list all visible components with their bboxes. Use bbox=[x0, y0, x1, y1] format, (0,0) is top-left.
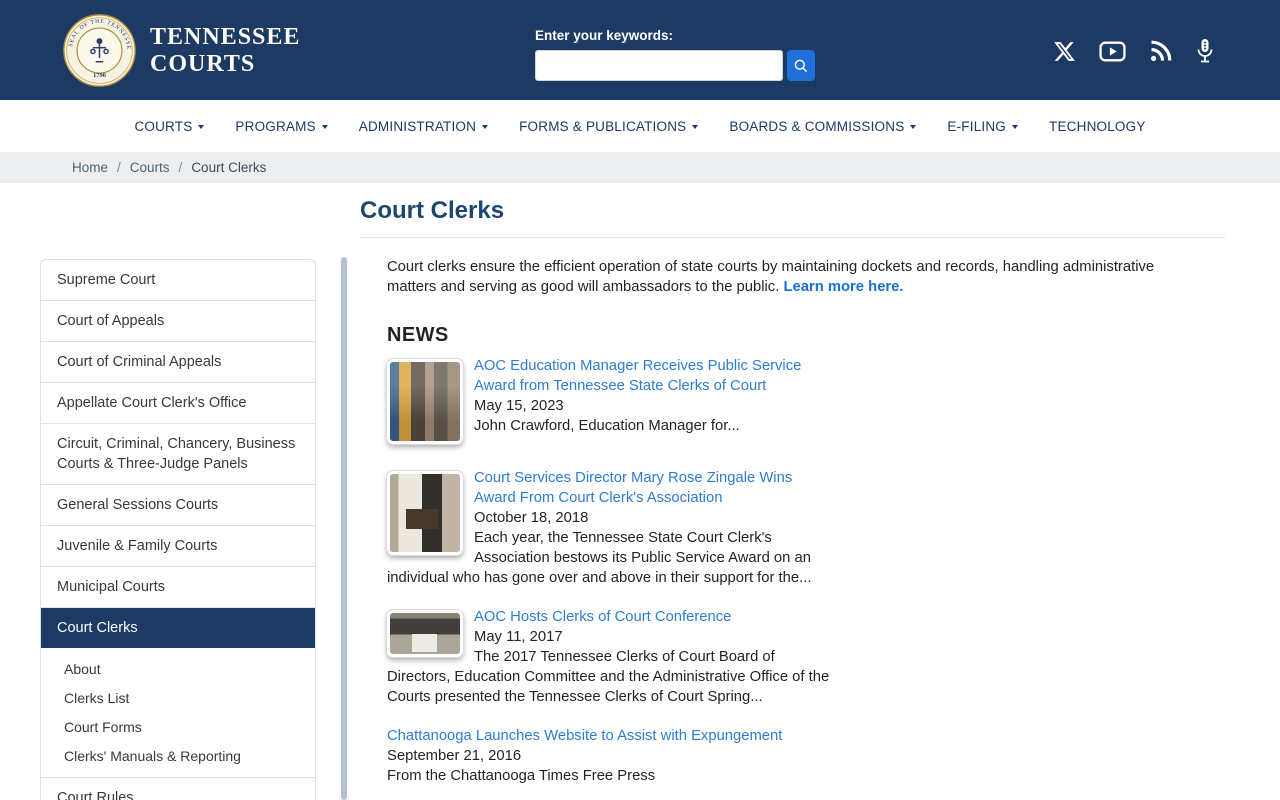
chevron-down-icon bbox=[692, 125, 699, 129]
news-snippet: From the Chattanooga Times Free Press bbox=[387, 768, 656, 784]
rss-icon bbox=[1151, 40, 1172, 61]
breadcrumb-home[interactable]: Home bbox=[72, 160, 108, 175]
news-item: AOC Education Manager Receives Public Se… bbox=[386, 356, 832, 449]
podcast-mic-icon bbox=[1197, 39, 1213, 63]
nav-label: E-FILING bbox=[947, 118, 1007, 134]
site-header: SEAL OF THE TENNESSEE JUDICIARY 1796 TEN… bbox=[0, 0, 1280, 100]
site-title-line1: TENNESSEE bbox=[150, 23, 301, 50]
nav-label: PROGRAMS bbox=[235, 118, 316, 134]
site-title: TENNESSEE COURTS bbox=[150, 24, 300, 78]
breadcrumb-separator: / bbox=[178, 160, 183, 175]
news-item: AOC Hosts Clerks of Court Conference May… bbox=[386, 607, 832, 707]
nav-item-forms-publications[interactable]: FORMS & PUBLICATIONS bbox=[519, 118, 699, 134]
news-thumbnail[interactable] bbox=[386, 470, 464, 556]
sidebar-subitem-clerks-manuals-reporting[interactable]: Clerks' Manuals & Reporting bbox=[41, 742, 315, 771]
sidebar-item-general-sessions-courts[interactable]: General Sessions Courts bbox=[41, 484, 315, 525]
news-thumbnail[interactable] bbox=[386, 358, 464, 445]
youtube-icon bbox=[1099, 41, 1126, 61]
breadcrumb: Home / Courts / Court Clerks bbox=[0, 152, 1280, 183]
svg-text:1796: 1796 bbox=[93, 72, 107, 79]
search-input[interactable] bbox=[535, 50, 783, 81]
nav-label: COURTS bbox=[134, 118, 193, 134]
nav-label: FORMS & PUBLICATIONS bbox=[519, 118, 687, 134]
news-heading: NEWS bbox=[387, 324, 449, 346]
sidebar-item-municipal-courts[interactable]: Municipal Courts bbox=[41, 566, 315, 607]
chevron-down-icon bbox=[1012, 125, 1019, 129]
sidebar-item-court-rules[interactable]: Court Rules bbox=[41, 777, 315, 800]
intro-paragraph: Court clerks ensure the efficient operat… bbox=[387, 257, 1183, 297]
nav-label: TECHNOLOGY bbox=[1049, 118, 1146, 134]
sidebar-scroll-rail bbox=[341, 257, 347, 800]
page-title: Court Clerks bbox=[360, 197, 505, 224]
chevron-down-icon bbox=[321, 125, 328, 129]
nav-label: BOARDS & COMMISSIONS bbox=[729, 118, 905, 134]
nav-item-boards-commissions[interactable]: BOARDS & COMMISSIONS bbox=[729, 118, 917, 134]
news-item: Court Services Director Mary Rose Zingal… bbox=[386, 468, 832, 588]
sidebar-item-appellate-court-clerks-office[interactable]: Appellate Court Clerk's Office bbox=[41, 382, 315, 423]
youtube-link[interactable] bbox=[1099, 40, 1126, 63]
sidebar-item-circuit-criminal-chancery[interactable]: Circuit, Criminal, Chancery, Business Co… bbox=[41, 423, 315, 484]
sidebar-subitem-court-forms[interactable]: Court Forms bbox=[41, 713, 315, 742]
x-icon bbox=[1054, 41, 1075, 61]
site-title-line2: COURTS bbox=[150, 50, 256, 77]
social-links bbox=[1053, 38, 1214, 64]
sidebar-item-supreme-court[interactable]: Supreme Court bbox=[41, 260, 315, 300]
search-label: Enter your keywords: bbox=[535, 28, 674, 43]
search-button[interactable] bbox=[787, 50, 815, 81]
sidebar-item-court-of-criminal-appeals[interactable]: Court of Criminal Appeals bbox=[41, 341, 315, 382]
news-section: NEWS AOC Education Manager Receives Publ… bbox=[386, 324, 832, 800]
news-item: Chattanooga Launches Website to Assist w… bbox=[387, 726, 832, 800]
sidebar-subsection-court-clerks: About Clerks List Court Forms Clerks' Ma… bbox=[41, 648, 315, 777]
news-thumbnail[interactable] bbox=[386, 609, 464, 658]
nav-item-e-filing[interactable]: E-FILING bbox=[947, 118, 1019, 134]
news-title-link[interactable]: Chattanooga Launches Website to Assist w… bbox=[387, 726, 832, 746]
chevron-down-icon bbox=[482, 125, 489, 129]
breadcrumb-courts[interactable]: Courts bbox=[130, 160, 170, 175]
sidebar-subitem-clerks-list[interactable]: Clerks List bbox=[41, 684, 315, 713]
sidebar-subitem-about[interactable]: About bbox=[41, 655, 315, 684]
nav-item-programs[interactable]: PROGRAMS bbox=[235, 118, 328, 134]
x-twitter-link[interactable] bbox=[1053, 40, 1076, 63]
main-navigation: COURTS PROGRAMS ADMINISTRATION FORMS & P… bbox=[0, 100, 1280, 152]
nav-item-courts[interactable]: COURTS bbox=[134, 118, 205, 134]
breadcrumb-separator: / bbox=[117, 160, 121, 175]
main-content: Court Clerks Court clerks ensure the eff… bbox=[360, 183, 1225, 800]
nav-item-administration[interactable]: ADMINISTRATION bbox=[358, 118, 489, 134]
sidebar-item-juvenile-family-courts[interactable]: Juvenile & Family Courts bbox=[41, 525, 315, 566]
site-logo[interactable]: SEAL OF THE TENNESSEE JUDICIARY 1796 TEN… bbox=[62, 13, 300, 88]
breadcrumb-current: Court Clerks bbox=[191, 160, 267, 175]
tennessee-judiciary-seal-icon: SEAL OF THE TENNESSEE JUDICIARY 1796 bbox=[62, 13, 136, 87]
chevron-down-icon bbox=[910, 125, 917, 129]
nav-item-technology[interactable]: TECHNOLOGY bbox=[1049, 119, 1146, 134]
rss-link[interactable] bbox=[1149, 39, 1173, 63]
sidebar-item-court-of-appeals[interactable]: Court of Appeals bbox=[41, 300, 315, 341]
sidebar-item-court-clerks[interactable]: Court Clerks bbox=[41, 607, 315, 648]
chevron-down-icon bbox=[198, 125, 205, 129]
search-icon bbox=[794, 59, 808, 72]
header-search: Enter your keywords: bbox=[535, 28, 815, 81]
podcast-link[interactable] bbox=[1196, 38, 1214, 64]
learn-more-link[interactable]: Learn more here. bbox=[783, 279, 903, 295]
section-sidebar: Supreme Court Court of Appeals Court of … bbox=[40, 259, 316, 800]
nav-label: ADMINISTRATION bbox=[358, 118, 477, 134]
intro-text: Court clerks ensure the efficient operat… bbox=[387, 259, 1155, 295]
title-divider bbox=[360, 237, 1225, 238]
news-date: September 21, 2016 bbox=[387, 748, 522, 764]
